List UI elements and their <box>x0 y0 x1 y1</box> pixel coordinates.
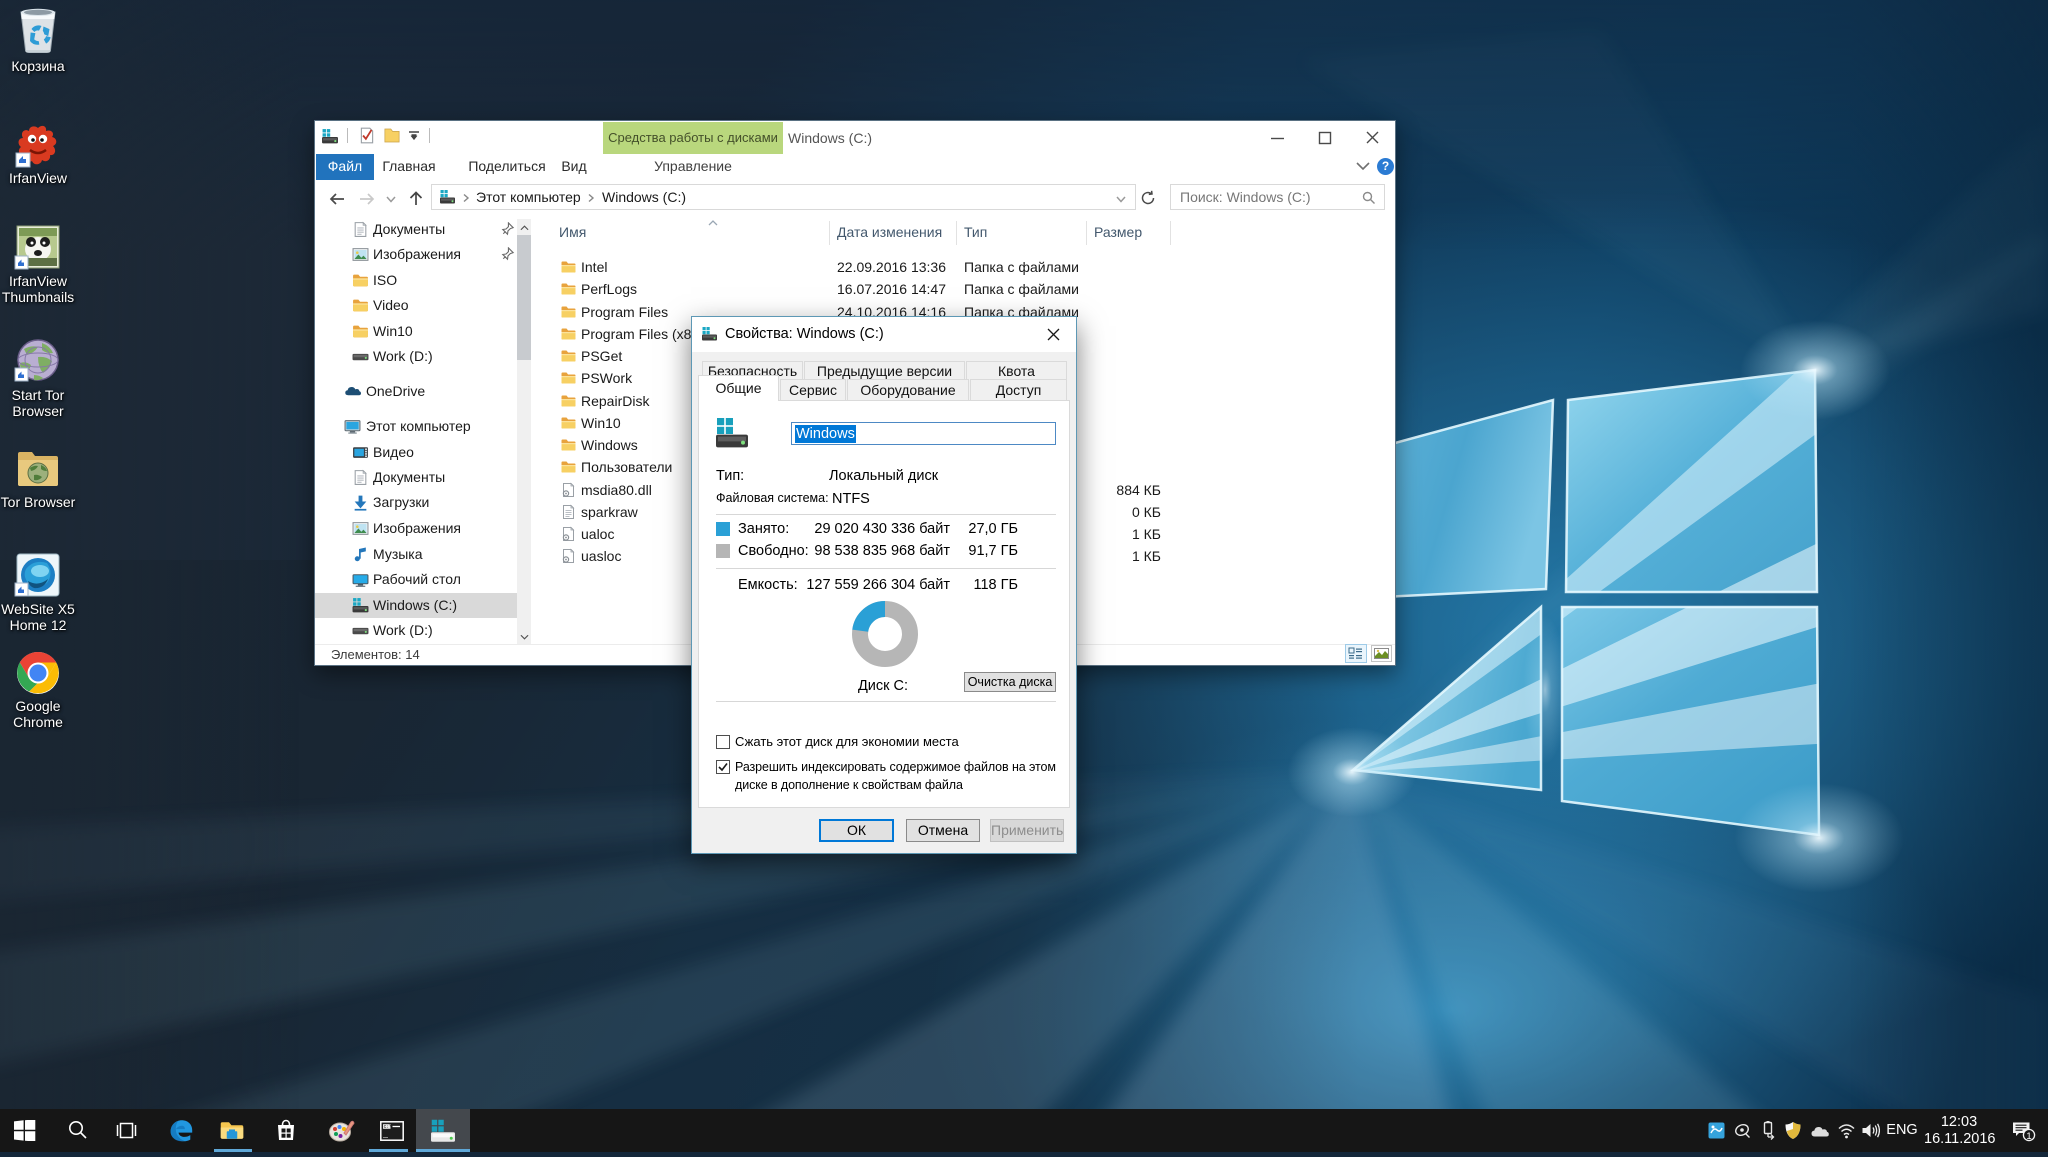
svg-text:C:\: C:\ <box>384 1124 393 1130</box>
svg-text:1: 1 <box>2026 1131 2031 1142</box>
